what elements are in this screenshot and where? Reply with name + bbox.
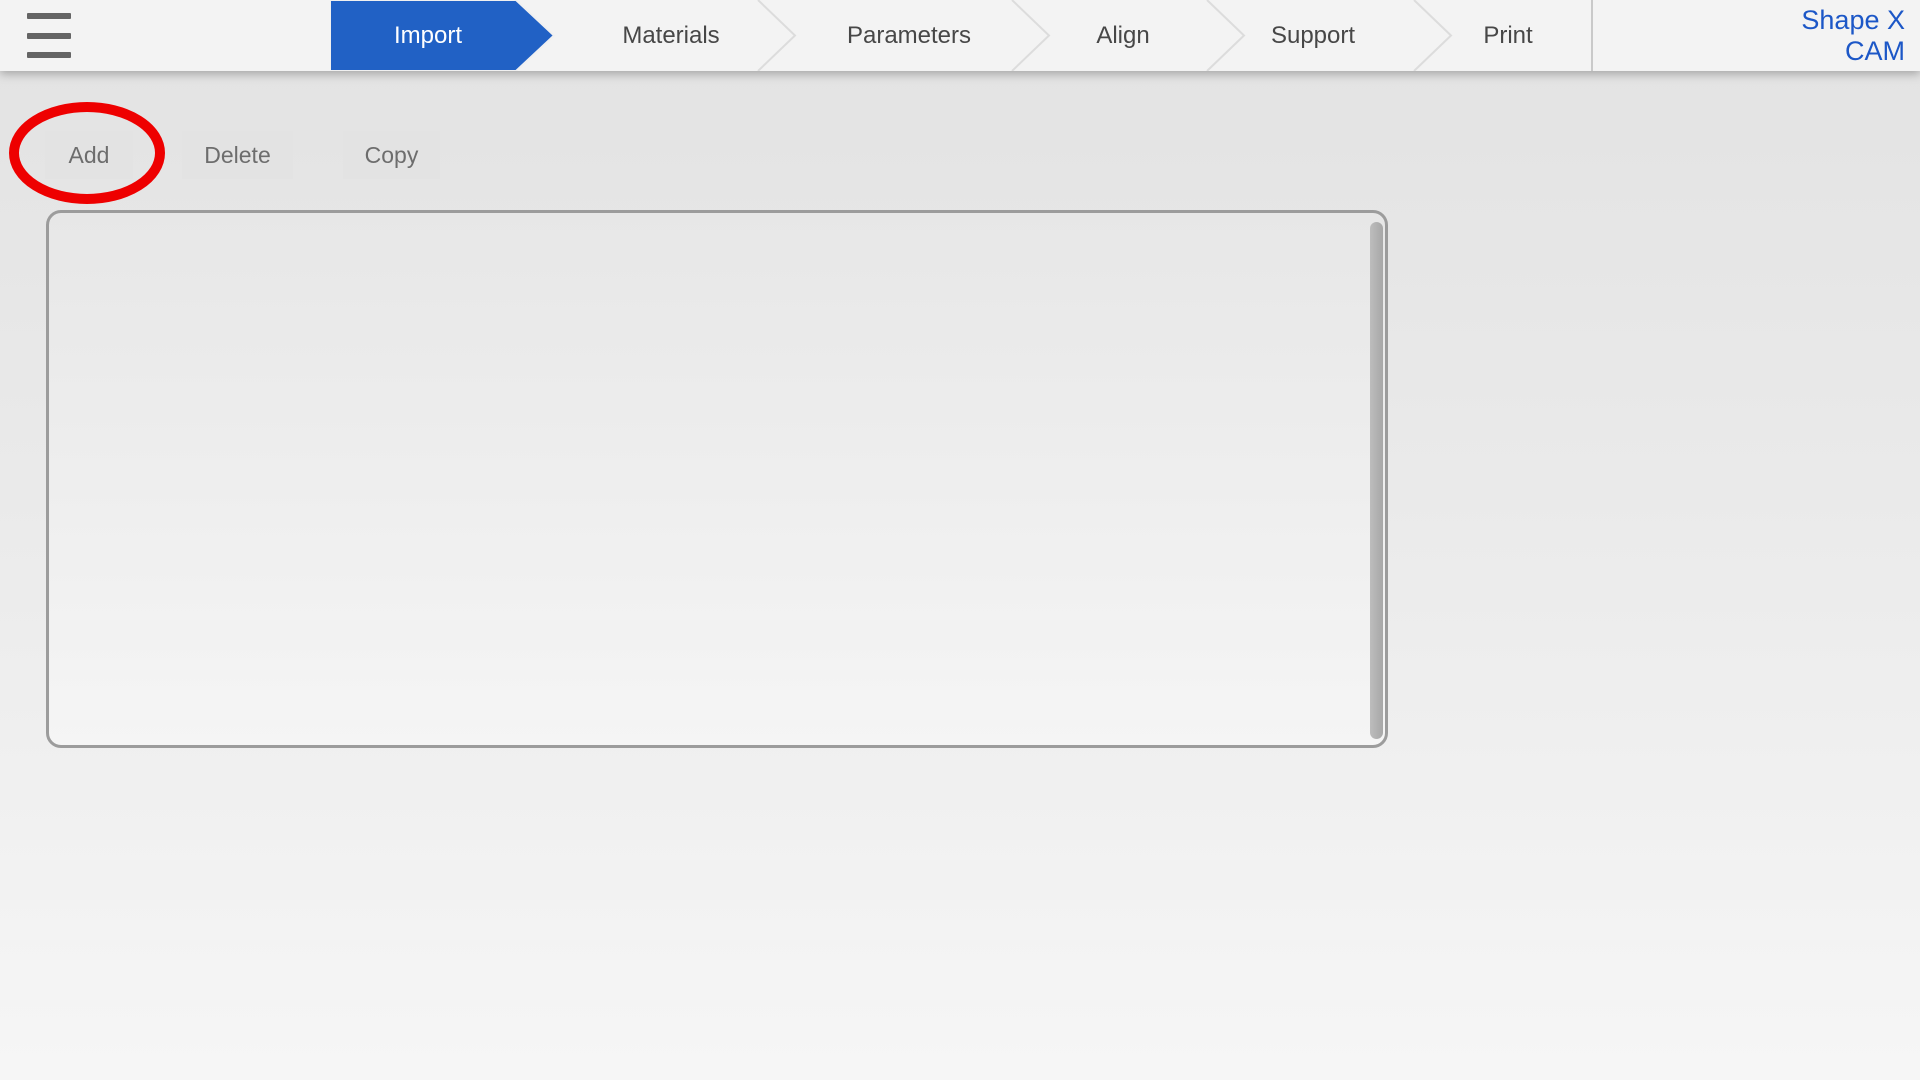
tab-print[interactable]: Print [1483,0,1532,71]
model-list-panel[interactable] [46,210,1388,748]
wizard-header: Import Materials Parameters Align Suppor… [0,0,1920,71]
tab-import-label: Import [393,21,462,49]
chevron-right-icon [1206,0,1246,71]
shapex-cam-window: Import Materials Parameters Align Suppor… [0,0,1920,1080]
add-button[interactable]: Add [45,131,133,179]
chevron-right-icon [757,0,797,71]
app-logo-line1: Shape X [1801,5,1905,35]
copy-button[interactable]: Copy [343,131,440,179]
header-divider [1591,0,1593,71]
tab-parameters[interactable]: Parameters [847,0,971,71]
vertical-scrollbar[interactable] [1370,222,1383,739]
hamburger-menu-icon[interactable] [27,13,71,58]
tab-import-active[interactable]: Import [330,0,560,71]
tab-align[interactable]: Align [1096,0,1149,71]
tab-materials[interactable]: Materials [622,0,719,71]
chevron-right-icon [1011,0,1051,71]
app-logo-line2: CAM [1845,36,1905,66]
tab-support[interactable]: Support [1271,0,1355,71]
delete-button[interactable]: Delete [182,131,293,179]
app-logo: Shape X CAM [1801,5,1905,67]
chevron-right-icon [1413,0,1453,71]
